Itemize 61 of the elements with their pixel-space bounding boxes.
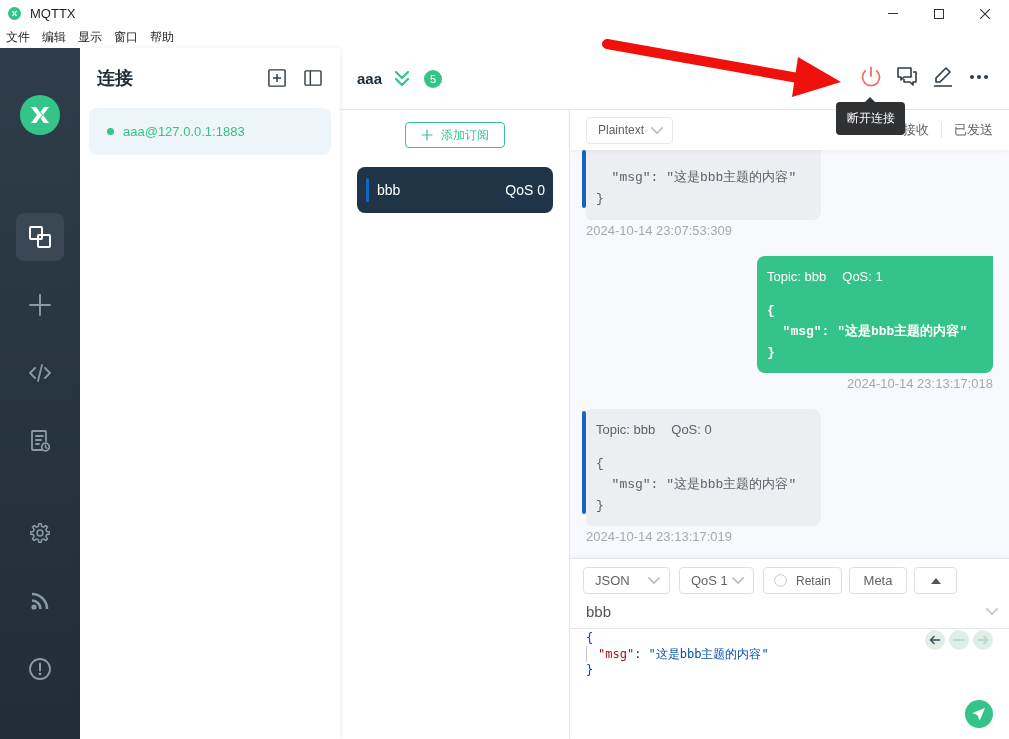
arrow-left-icon[interactable] bbox=[925, 630, 945, 650]
alert-icon bbox=[29, 658, 51, 680]
plus-icon bbox=[29, 294, 51, 316]
format-select[interactable]: Plaintext bbox=[586, 116, 673, 144]
unread-badge: 5 bbox=[424, 69, 443, 88]
menu-item[interactable]: 窗口 bbox=[108, 27, 144, 48]
code-line: } bbox=[586, 662, 594, 678]
chevron-down-icon bbox=[651, 126, 663, 134]
code-icon bbox=[29, 364, 51, 382]
qos-select[interactable]: QoS 1 bbox=[679, 567, 754, 594]
chevron-down-icon bbox=[648, 577, 660, 584]
code-line: { bbox=[586, 630, 594, 646]
code-line: "msg": "这是bbb主题的内容" bbox=[586, 646, 769, 662]
menu-item[interactable]: 帮助 bbox=[144, 27, 180, 48]
chevron-down-icon bbox=[732, 577, 744, 584]
chat-icon[interactable] bbox=[897, 67, 917, 86]
message-tab[interactable]: 已发送 bbox=[954, 121, 993, 139]
nav-item[interactable] bbox=[16, 213, 64, 261]
message-topic: Topic: bbb bbox=[767, 268, 827, 286]
subscription-qos: QoS 0 bbox=[505, 182, 545, 198]
document-clock-icon bbox=[30, 430, 50, 452]
more-icon[interactable] bbox=[969, 73, 989, 80]
menu-item[interactable]: 编辑 bbox=[36, 27, 72, 48]
message-topic: Topic: bbb bbox=[596, 421, 656, 439]
close-icon[interactable] bbox=[980, 8, 990, 19]
subscription-item[interactable]: bbb QoS 0 bbox=[357, 167, 553, 213]
logo-icon bbox=[20, 95, 60, 135]
feed-icon bbox=[30, 591, 50, 611]
menu-item[interactable]: 显示 bbox=[72, 27, 108, 48]
edit-icon[interactable] bbox=[933, 66, 953, 87]
payload-editor[interactable]: { "msg": "这是bbb主题的内容" } bbox=[570, 629, 1009, 739]
window-title: MQTTX bbox=[30, 6, 76, 21]
message-qos: QoS: 0 bbox=[671, 421, 712, 439]
subscription-topic: bbb bbox=[377, 182, 401, 198]
power-icon[interactable] bbox=[861, 66, 881, 87]
message-payload: { "msg": "这是bbb主题的内容" } bbox=[596, 455, 797, 515]
message-payload: "msg": "这是bbb主题的内容" } bbox=[596, 169, 797, 208]
message-time: 2024-10-14 23:07:53:309 bbox=[586, 223, 732, 239]
meta-button[interactable]: Meta bbox=[849, 567, 907, 594]
tooltip: 断开连接 bbox=[836, 97, 905, 135]
message-tab[interactable]: 接收 bbox=[903, 121, 929, 139]
topic-input[interactable]: bbb bbox=[570, 594, 1009, 629]
menu-item[interactable]: 文件 bbox=[0, 27, 36, 48]
message-qos: QoS: 1 bbox=[842, 268, 883, 286]
plus-icon bbox=[420, 129, 433, 141]
message-time: 2024-10-14 23:13:17:019 bbox=[586, 529, 732, 545]
panel-title: 连接 bbox=[97, 67, 133, 90]
message-payload: { "msg": "这是bbb主题的内容" } bbox=[767, 302, 968, 362]
message-time: 2024-10-14 23:13:17:018 bbox=[847, 376, 993, 392]
panel-icon[interactable] bbox=[304, 70, 322, 86]
retain-toggle[interactable]: Retain bbox=[763, 567, 842, 594]
logo-icon bbox=[8, 7, 21, 20]
connection-name: aaa bbox=[357, 70, 383, 87]
maximize-icon[interactable] bbox=[934, 8, 944, 19]
settings-icon bbox=[30, 523, 50, 543]
format-select[interactable]: JSON bbox=[583, 567, 670, 594]
plus-square-icon[interactable] bbox=[268, 69, 286, 87]
squares-icon bbox=[29, 226, 51, 248]
chevron-down-icon bbox=[986, 607, 998, 615]
caret-up-icon bbox=[930, 577, 941, 584]
toggle-button[interactable] bbox=[914, 567, 957, 594]
